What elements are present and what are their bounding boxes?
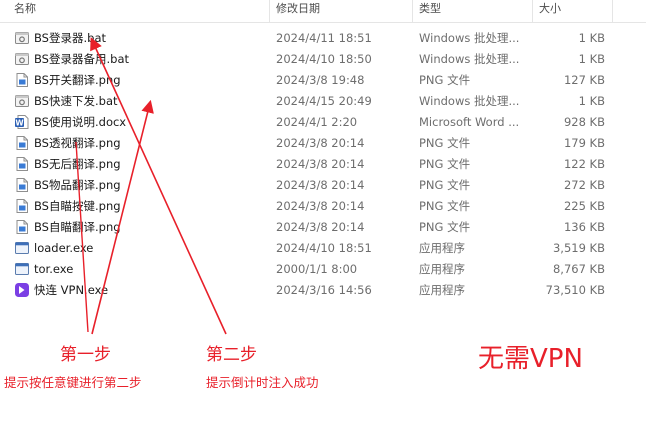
file-date: 2024/3/8 19:48 [276, 73, 365, 87]
file-date: 2024/3/8 20:14 [276, 199, 365, 213]
file-date: 2024/3/16 14:56 [276, 283, 372, 297]
file-name: BS登录器.bat [34, 31, 106, 45]
png-icon [14, 156, 30, 172]
file-row[interactable]: tor.exe 2000/1/1 8:00 应用程序 8,767 KB [0, 259, 646, 280]
file-name: BS开关翻译.png [34, 73, 121, 87]
png-icon [14, 72, 30, 88]
file-type: PNG 文件 [419, 157, 471, 171]
file-name: BS无后翻译.png [34, 157, 121, 171]
file-name: BS自瞄按键.png [34, 199, 121, 213]
png-icon [14, 135, 30, 151]
file-date: 2024/3/8 20:14 [276, 136, 365, 150]
file-date: 2000/1/1 8:00 [276, 262, 358, 276]
file-type: PNG 文件 [419, 136, 471, 150]
file-size: 1 KB [578, 94, 605, 108]
file-row[interactable]: W BS使用说明.docx 2024/4/1 2:20 Microsoft Word … [0, 112, 646, 133]
file-name: loader.exe [34, 241, 94, 255]
file-size: 122 KB [563, 157, 605, 171]
png-icon [14, 198, 30, 214]
column-header-size[interactable]: 大小 [533, 0, 613, 22]
step1-title: 第一步 [60, 345, 111, 365]
file-name: BS快速下发.bat [34, 94, 118, 108]
bat-icon [14, 51, 30, 67]
file-row[interactable]: BS自瞄翻译.png 2024/3/8 20:14 PNG 文件 136 KB [0, 217, 646, 238]
file-size: 1 KB [578, 52, 605, 66]
file-size: 8,767 KB [552, 262, 605, 276]
step2-description: 提示倒计时注入成功 [206, 375, 319, 390]
file-row[interactable]: BS无后翻译.png 2024/3/8 20:14 PNG 文件 122 KB [0, 154, 646, 175]
file-name: BS物品翻译.png [34, 178, 121, 192]
file-size: 1 KB [578, 31, 605, 45]
bat-icon [14, 93, 30, 109]
file-date: 2024/3/8 20:14 [276, 220, 365, 234]
file-name: BS自瞄翻译.png [34, 220, 121, 234]
exe-icon [14, 261, 30, 277]
file-size: 179 KB [563, 136, 605, 150]
exe-icon [14, 240, 30, 256]
file-row[interactable]: loader.exe 2024/4/10 18:51 应用程序 3,519 KB [0, 238, 646, 259]
file-date: 2024/3/8 20:14 [276, 157, 365, 171]
file-name: BS透视翻译.png [34, 136, 121, 150]
file-type: PNG 文件 [419, 178, 471, 192]
no-vpn-label: 无需VPN [478, 344, 583, 374]
column-header-type[interactable]: 类型 [413, 0, 533, 22]
file-row[interactable]: BS透视翻译.png 2024/3/8 20:14 PNG 文件 179 KB [0, 133, 646, 154]
column-header-date[interactable]: 修改日期 [270, 0, 413, 22]
file-row[interactable]: BS快速下发.bat 2024/4/15 20:49 Windows 批处理... 1… [0, 91, 646, 112]
png-icon [14, 219, 30, 235]
step1-description: 提示按任意键进行第二步 [4, 375, 142, 390]
file-size: 127 KB [563, 73, 605, 87]
file-row[interactable]: BS登录器备用.bat 2024/4/10 18:50 Windows 批处理...… [0, 49, 646, 70]
file-type: PNG 文件 [419, 73, 471, 87]
step2-title: 第二步 [206, 345, 257, 365]
file-name: BS登录器备用.bat [34, 52, 129, 66]
file-type: 应用程序 [419, 262, 465, 276]
file-date: 2024/4/15 20:49 [276, 94, 372, 108]
file-size: 73,510 KB [545, 283, 605, 297]
file-type: Windows 批处理... [419, 52, 520, 66]
file-date: 2024/4/1 2:20 [276, 115, 358, 129]
png-icon [14, 177, 30, 193]
file-type: Windows 批处理... [419, 94, 520, 108]
docx-icon: W [14, 114, 30, 130]
file-row[interactable]: 快连 VPN.exe 2024/3/16 14:56 应用程序 73,510 KB [0, 280, 646, 301]
file-row[interactable]: BS登录器.bat 2024/4/11 18:51 Windows 批处理... 1 … [0, 28, 646, 49]
file-date: 2024/4/11 18:51 [276, 31, 372, 45]
file-type: 应用程序 [419, 283, 465, 297]
file-row[interactable]: BS开关翻译.png 2024/3/8 19:48 PNG 文件 127 KB [0, 70, 646, 91]
column-header-bar: 名称 修改日期 类型 大小 [0, 0, 646, 23]
file-size: 928 KB [563, 115, 605, 129]
file-name: tor.exe [34, 262, 74, 276]
svg-text:W: W [15, 118, 24, 127]
vpn-app-icon [14, 282, 30, 298]
file-date: 2024/4/10 18:50 [276, 52, 372, 66]
file-type: PNG 文件 [419, 199, 471, 213]
file-type: Microsoft Word ... [419, 115, 520, 129]
file-date: 2024/3/8 20:14 [276, 178, 365, 192]
file-size: 3,519 KB [552, 241, 605, 255]
bat-icon [14, 30, 30, 46]
file-row[interactable]: BS物品翻译.png 2024/3/8 20:14 PNG 文件 272 KB [0, 175, 646, 196]
file-name: BS使用说明.docx [34, 115, 127, 129]
file-type: Windows 批处理... [419, 31, 520, 45]
file-size: 225 KB [563, 199, 605, 213]
file-date: 2024/4/10 18:51 [276, 241, 372, 255]
file-type: PNG 文件 [419, 220, 471, 234]
file-name: 快连 VPN.exe [34, 283, 109, 297]
file-size: 272 KB [563, 178, 605, 192]
file-type: 应用程序 [419, 241, 465, 255]
column-header-name[interactable]: 名称 [8, 0, 270, 22]
file-size: 136 KB [563, 220, 605, 234]
file-list: BS登录器.bat 2024/4/11 18:51 Windows 批处理... 1 … [0, 28, 646, 301]
file-row[interactable]: BS自瞄按键.png 2024/3/8 20:14 PNG 文件 225 KB [0, 196, 646, 217]
